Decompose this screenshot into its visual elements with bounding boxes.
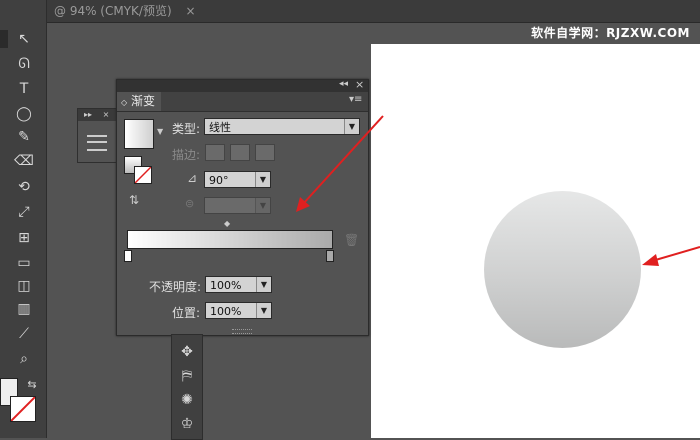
arrow-to-circle xyxy=(642,246,700,266)
annotation-arrows xyxy=(296,115,700,266)
arrow-to-gradient-bar xyxy=(296,115,384,212)
